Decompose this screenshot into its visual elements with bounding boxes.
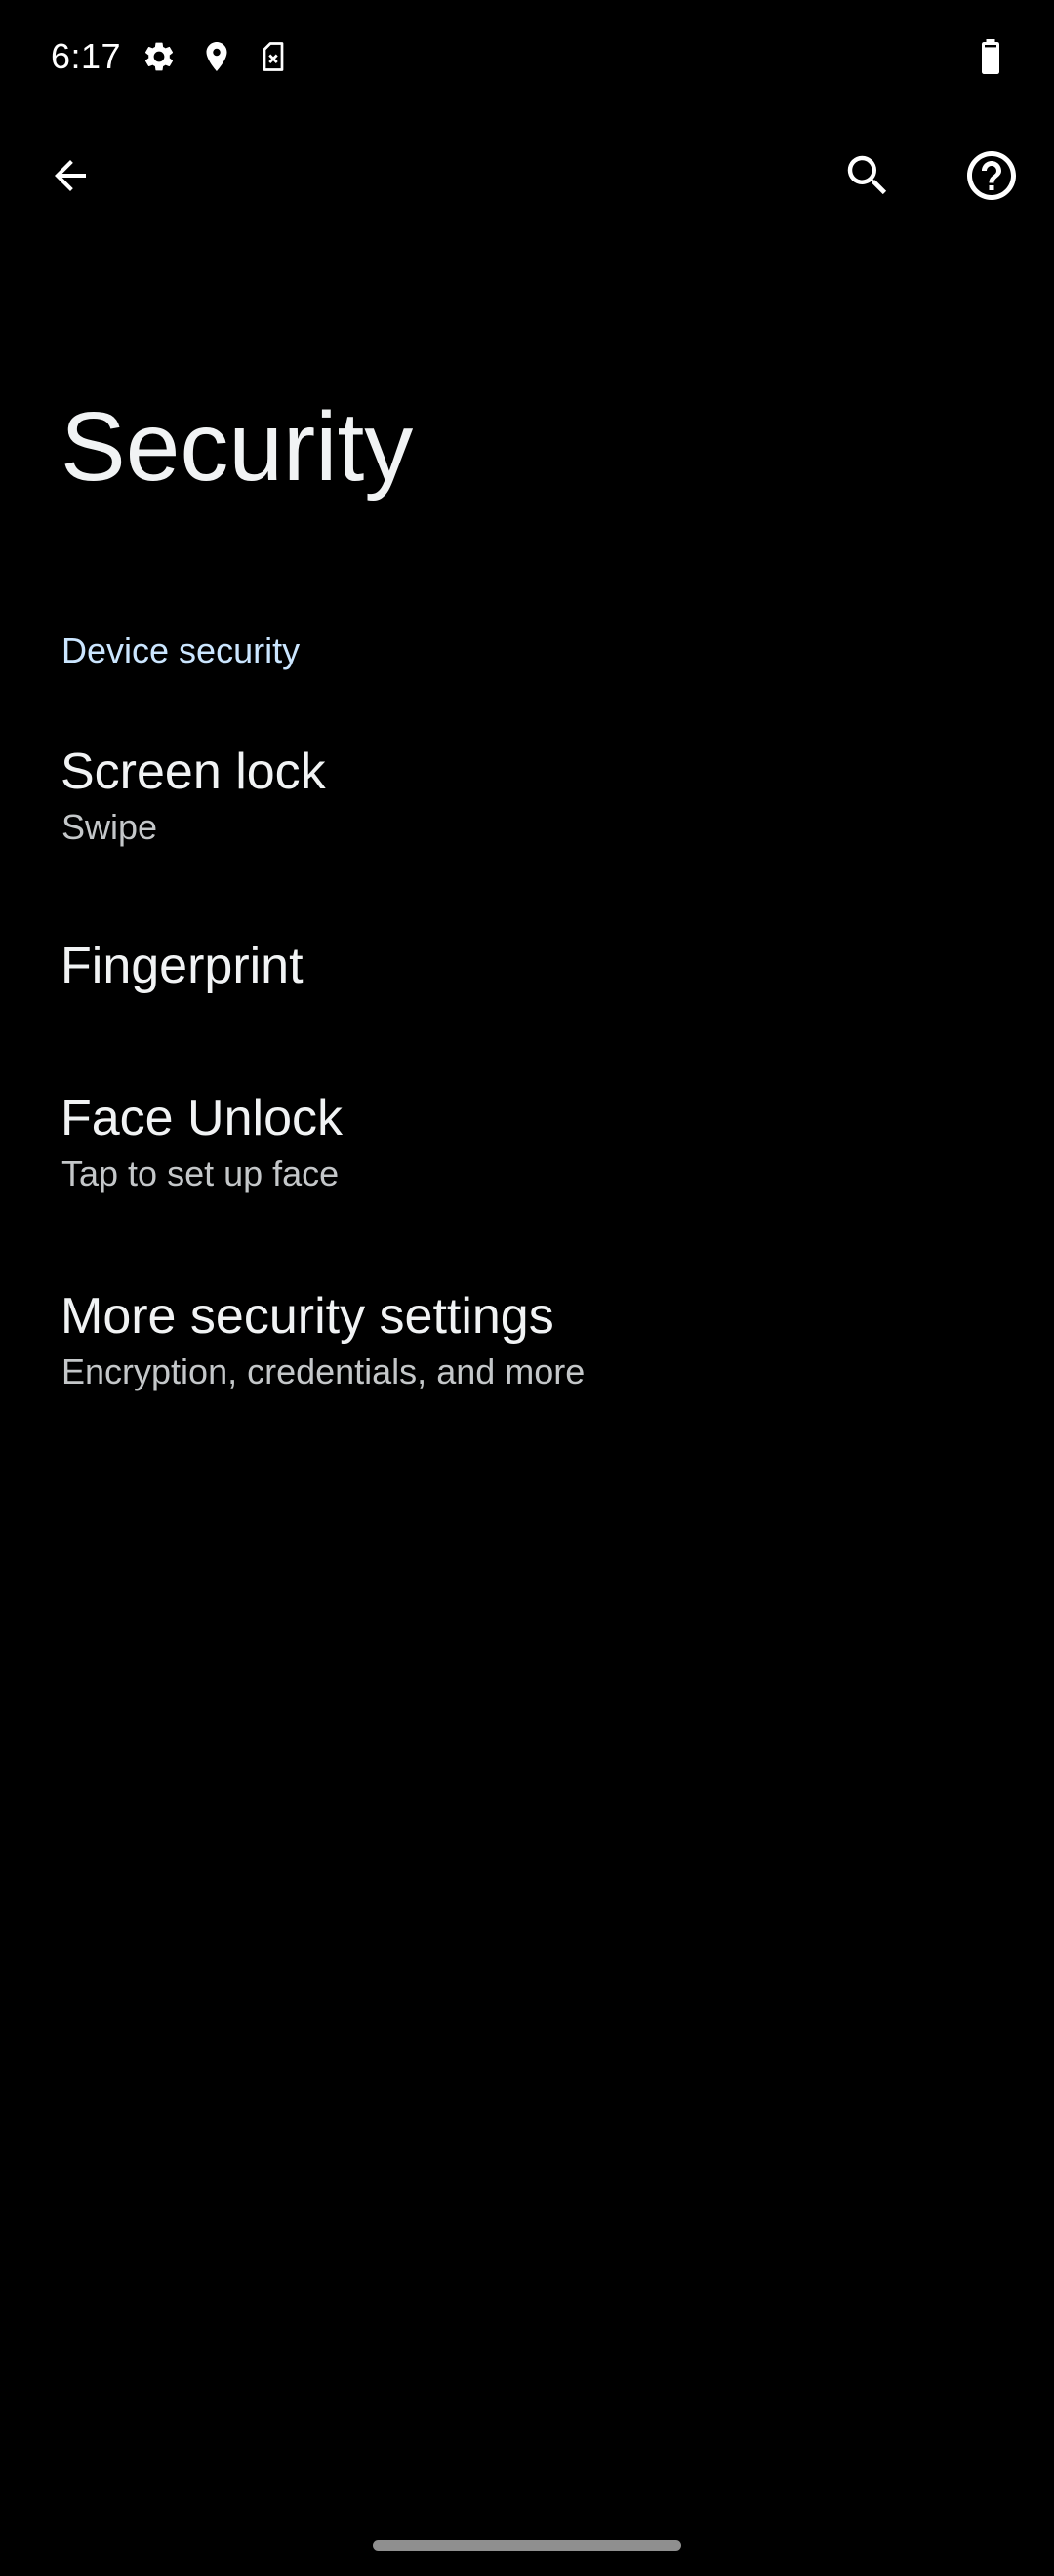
- pref-title: Face Unlock: [61, 1090, 343, 1147]
- section-header-device-security: Device security: [61, 630, 301, 670]
- pref-summary: Tap to set up face: [61, 1153, 340, 1193]
- help-circle-icon: [962, 146, 1021, 210]
- pref-item-face-unlock[interactable]: Face Unlock Tap to set up face: [0, 1059, 1054, 1225]
- arrow-back-icon: [47, 152, 94, 204]
- help-button[interactable]: [956, 142, 1027, 213]
- no-sim-icon: [256, 39, 291, 74]
- pref-item-more-security-settings[interactable]: More security settings Encryption, crede…: [0, 1257, 1054, 1423]
- gear-icon: [142, 39, 177, 74]
- battery-icon: [973, 37, 1008, 74]
- status-time: 6:17: [51, 36, 122, 76]
- back-button[interactable]: [35, 142, 105, 213]
- pref-summary: Encryption, credentials, and more: [61, 1351, 586, 1391]
- pref-item-screen-lock[interactable]: Screen lock Swipe: [0, 712, 1054, 878]
- pref-title: Screen lock: [61, 744, 326, 800]
- page-title: Security: [61, 392, 414, 502]
- status-bar: 6:17: [0, 0, 1054, 113]
- search-button[interactable]: [832, 142, 903, 213]
- pref-summary: Swipe: [61, 807, 158, 847]
- pref-title: Fingerprint: [61, 938, 304, 994]
- pref-item-fingerprint[interactable]: Fingerprint: [0, 912, 1054, 1029]
- gesture-nav-handle[interactable]: [373, 2540, 681, 2551]
- pref-title: More security settings: [61, 1288, 554, 1345]
- app-bar: [0, 113, 1054, 240]
- location-pin-icon: [199, 39, 234, 74]
- search-icon: [841, 149, 894, 207]
